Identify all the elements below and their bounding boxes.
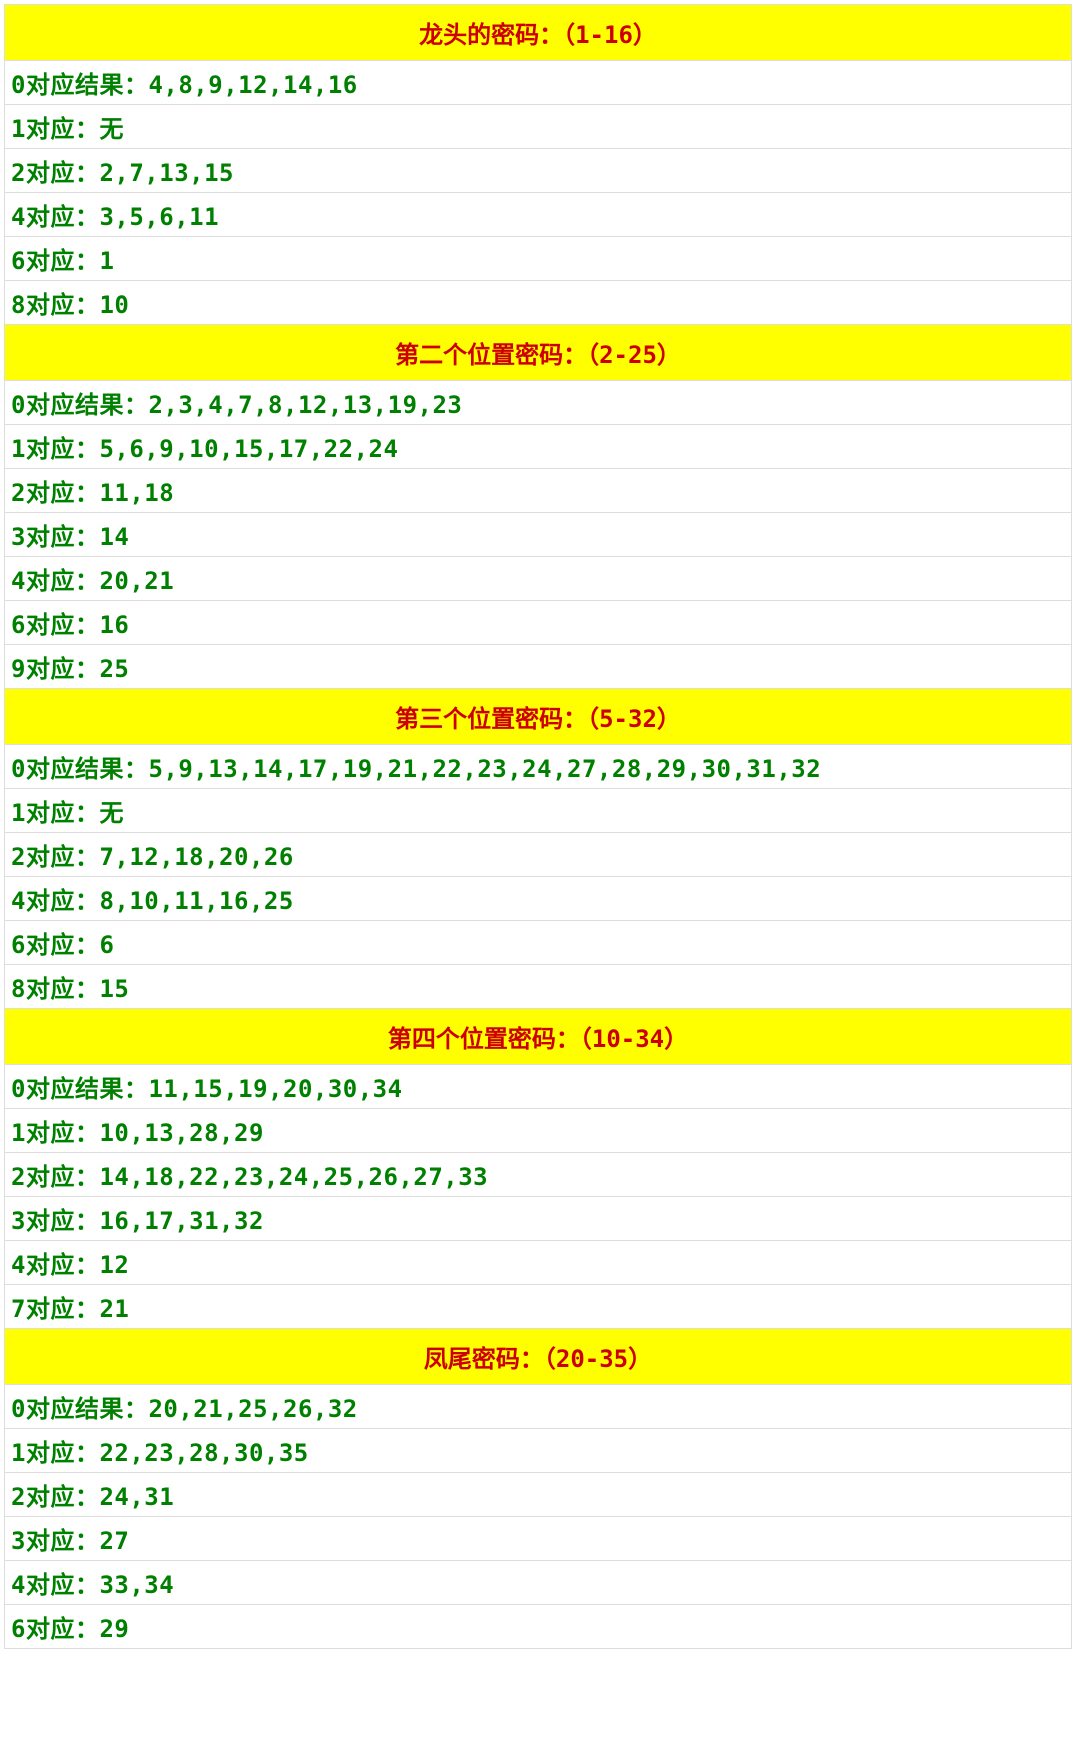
data-row: 1对应：5,6,9,10,15,17,22,24 [4,425,1072,469]
data-row: 4对应：33,34 [4,1561,1072,1605]
data-row: 6对应：16 [4,601,1072,645]
data-row: 3对应：27 [4,1517,1072,1561]
data-row: 0对应结果：5,9,13,14,17,19,21,22,23,24,27,28,… [4,745,1072,789]
data-row: 7对应：21 [4,1285,1072,1329]
content-wrapper: 龙头的密码：（1-16）0对应结果：4,8,9,12,14,161对应：无2对应… [0,0,1076,1653]
section-header: 凤尾密码：（20-35） [4,1329,1072,1385]
section-header: 第二个位置密码：（2-25） [4,325,1072,381]
data-row: 0对应结果：20,21,25,26,32 [4,1385,1072,1429]
data-row: 2对应：14,18,22,23,24,25,26,27,33 [4,1153,1072,1197]
data-row: 4对应：20,21 [4,557,1072,601]
data-row: 4对应：12 [4,1241,1072,1285]
data-row: 3对应：16,17,31,32 [4,1197,1072,1241]
data-row: 2对应：24,31 [4,1473,1072,1517]
data-row: 8对应：15 [4,965,1072,1009]
data-row: 0对应结果：11,15,19,20,30,34 [4,1065,1072,1109]
data-row: 1对应：10,13,28,29 [4,1109,1072,1153]
data-row: 4对应：3,5,6,11 [4,193,1072,237]
data-row: 0对应结果：4,8,9,12,14,16 [4,61,1072,105]
data-row: 6对应：1 [4,237,1072,281]
data-row: 0对应结果：2,3,4,7,8,12,13,19,23 [4,381,1072,425]
data-row: 9对应：25 [4,645,1072,689]
data-row: 2对应：7,12,18,20,26 [4,833,1072,877]
data-row: 8对应：10 [4,281,1072,325]
section-header: 第三个位置密码：（5-32） [4,689,1072,745]
data-row: 1对应：无 [4,789,1072,833]
data-row: 6对应：29 [4,1605,1072,1649]
data-row: 1对应：22,23,28,30,35 [4,1429,1072,1473]
section-header: 第四个位置密码：（10-34） [4,1009,1072,1065]
data-row: 6对应：6 [4,921,1072,965]
data-row: 4对应：8,10,11,16,25 [4,877,1072,921]
data-row: 1对应：无 [4,105,1072,149]
section-header: 龙头的密码：（1-16） [4,4,1072,61]
data-row: 3对应：14 [4,513,1072,557]
data-row: 2对应：11,18 [4,469,1072,513]
data-row: 2对应：2,7,13,15 [4,149,1072,193]
